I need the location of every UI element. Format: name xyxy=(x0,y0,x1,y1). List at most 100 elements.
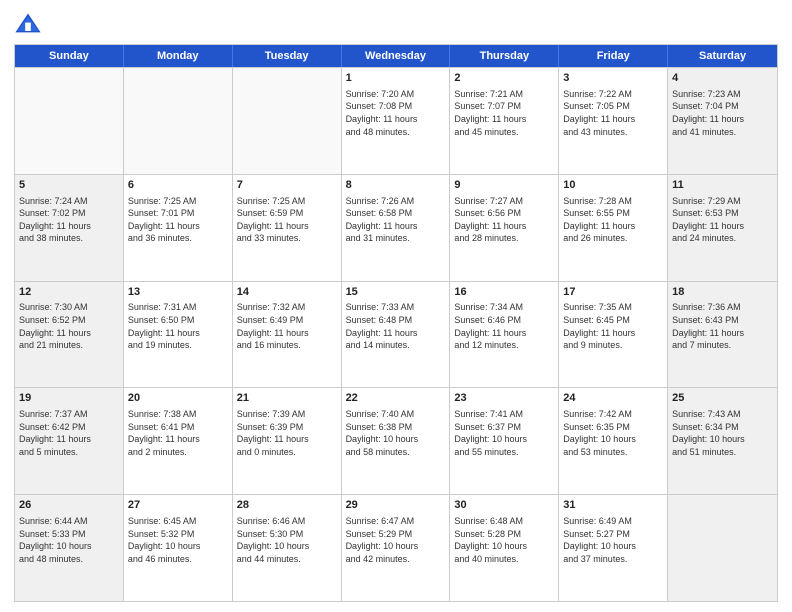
week-row-3: 12Sunrise: 7:30 AM Sunset: 6:52 PM Dayli… xyxy=(15,281,777,388)
day-info: Sunrise: 6:46 AM Sunset: 5:30 PM Dayligh… xyxy=(237,515,337,565)
day-number: 23 xyxy=(454,391,554,406)
top-section xyxy=(14,10,778,38)
day-info: Sunrise: 7:28 AM Sunset: 6:55 PM Dayligh… xyxy=(563,195,663,245)
day-cell: 21 Sunrise: 7:39 AM Sunset: 6:39 PM Dayli… xyxy=(233,388,342,494)
day-cell: 18Sunrise: 7:36 AM Sunset: 6:43 PM Dayli… xyxy=(668,282,777,388)
week-row-4: 19Sunrise: 7:37 AM Sunset: 6:42 PM Dayli… xyxy=(15,387,777,494)
day-number: 10 xyxy=(563,178,663,193)
day-cell: 29 Sunrise: 6:47 AM Sunset: 5:29 PM Dayli… xyxy=(342,495,451,601)
day-number: 4 xyxy=(672,71,773,86)
week-row-1: 1 Sunrise: 7:20 AM Sunset: 7:08 PM Daylig… xyxy=(15,67,777,174)
day-number: 30 xyxy=(454,498,554,513)
day-number: 19 xyxy=(19,391,119,406)
day-number: 6 xyxy=(128,178,228,193)
day-number: 12 xyxy=(19,285,119,300)
calendar-header: SundayMondayTuesdayWednesdayThursdayFrid… xyxy=(15,45,777,67)
day-info: Sunrise: 7:38 AM Sunset: 6:41 PM Dayligh… xyxy=(128,408,228,458)
day-number: 20 xyxy=(128,391,228,406)
day-header-monday: Monday xyxy=(124,45,233,67)
day-cell xyxy=(124,68,233,174)
day-number: 13 xyxy=(128,285,228,300)
day-info: Sunrise: 7:30 AM Sunset: 6:52 PM Dayligh… xyxy=(19,301,119,351)
day-cell: 15Sunrise: 7:33 AM Sunset: 6:48 PM Dayli… xyxy=(342,282,451,388)
week-row-2: 5 Sunrise: 7:24 AM Sunset: 7:02 PM Daylig… xyxy=(15,174,777,281)
day-header-saturday: Saturday xyxy=(668,45,777,67)
day-info: Sunrise: 7:31 AM Sunset: 6:50 PM Dayligh… xyxy=(128,301,228,351)
day-number: 29 xyxy=(346,498,446,513)
day-cell: 4Sunrise: 7:23 AM Sunset: 7:04 PM Daylig… xyxy=(668,68,777,174)
day-info: Sunrise: 7:24 AM Sunset: 7:02 PM Dayligh… xyxy=(19,195,119,245)
day-cell: 28 Sunrise: 6:46 AM Sunset: 5:30 PM Dayli… xyxy=(233,495,342,601)
day-cell: 1 Sunrise: 7:20 AM Sunset: 7:08 PM Daylig… xyxy=(342,68,451,174)
day-info: Sunrise: 6:49 AM Sunset: 5:27 PM Dayligh… xyxy=(563,515,663,565)
day-cell: 5 Sunrise: 7:24 AM Sunset: 7:02 PM Daylig… xyxy=(15,175,124,281)
day-number: 18 xyxy=(672,285,773,300)
day-number: 8 xyxy=(346,178,446,193)
day-number: 9 xyxy=(454,178,554,193)
day-number: 11 xyxy=(672,178,773,193)
day-info: Sunrise: 7:21 AM Sunset: 7:07 PM Dayligh… xyxy=(454,88,554,138)
day-number: 16 xyxy=(454,285,554,300)
day-info: Sunrise: 7:20 AM Sunset: 7:08 PM Dayligh… xyxy=(346,88,446,138)
day-cell: 8Sunrise: 7:26 AM Sunset: 6:58 PM Daylig… xyxy=(342,175,451,281)
day-info: Sunrise: 7:22 AM Sunset: 7:05 PM Dayligh… xyxy=(563,88,663,138)
day-number: 25 xyxy=(672,391,773,406)
day-number: 21 xyxy=(237,391,337,406)
day-cell: 20 Sunrise: 7:38 AM Sunset: 6:41 PM Dayli… xyxy=(124,388,233,494)
day-number: 28 xyxy=(237,498,337,513)
day-cell: 16Sunrise: 7:34 AM Sunset: 6:46 PM Dayli… xyxy=(450,282,559,388)
day-info: Sunrise: 6:44 AM Sunset: 5:33 PM Dayligh… xyxy=(19,515,119,565)
day-cell: 17Sunrise: 7:35 AM Sunset: 6:45 PM Dayli… xyxy=(559,282,668,388)
day-cell: 6 Sunrise: 7:25 AM Sunset: 7:01 PM Daylig… xyxy=(124,175,233,281)
day-number: 22 xyxy=(346,391,446,406)
calendar-body: 1 Sunrise: 7:20 AM Sunset: 7:08 PM Daylig… xyxy=(15,67,777,601)
day-info: Sunrise: 7:41 AM Sunset: 6:37 PM Dayligh… xyxy=(454,408,554,458)
day-info: Sunrise: 6:48 AM Sunset: 5:28 PM Dayligh… xyxy=(454,515,554,565)
day-header-tuesday: Tuesday xyxy=(233,45,342,67)
day-info: Sunrise: 7:25 AM Sunset: 7:01 PM Dayligh… xyxy=(128,195,228,245)
day-number: 5 xyxy=(19,178,119,193)
day-info: Sunrise: 7:36 AM Sunset: 6:43 PM Dayligh… xyxy=(672,301,773,351)
day-header-wednesday: Wednesday xyxy=(342,45,451,67)
day-cell: 25 Sunrise: 7:43 AM Sunset: 6:34 PM Dayli… xyxy=(668,388,777,494)
day-cell: 24Sunrise: 7:42 AM Sunset: 6:35 PM Dayli… xyxy=(559,388,668,494)
day-cell: 22Sunrise: 7:40 AM Sunset: 6:38 PM Dayli… xyxy=(342,388,451,494)
day-cell: 30 Sunrise: 6:48 AM Sunset: 5:28 PM Dayli… xyxy=(450,495,559,601)
day-number: 31 xyxy=(563,498,663,513)
day-info: Sunrise: 7:35 AM Sunset: 6:45 PM Dayligh… xyxy=(563,301,663,351)
day-cell: 7 Sunrise: 7:25 AM Sunset: 6:59 PM Daylig… xyxy=(233,175,342,281)
day-info: Sunrise: 7:42 AM Sunset: 6:35 PM Dayligh… xyxy=(563,408,663,458)
day-cell xyxy=(233,68,342,174)
day-cell xyxy=(668,495,777,601)
day-cell: 13Sunrise: 7:31 AM Sunset: 6:50 PM Dayli… xyxy=(124,282,233,388)
day-cell: 19Sunrise: 7:37 AM Sunset: 6:42 PM Dayli… xyxy=(15,388,124,494)
day-info: Sunrise: 7:27 AM Sunset: 6:56 PM Dayligh… xyxy=(454,195,554,245)
day-number: 7 xyxy=(237,178,337,193)
week-row-5: 26 Sunrise: 6:44 AM Sunset: 5:33 PM Dayli… xyxy=(15,494,777,601)
logo xyxy=(14,10,46,38)
day-number: 17 xyxy=(563,285,663,300)
day-number: 27 xyxy=(128,498,228,513)
logo-icon xyxy=(14,10,42,38)
day-info: Sunrise: 7:32 AM Sunset: 6:49 PM Dayligh… xyxy=(237,301,337,351)
day-info: Sunrise: 7:33 AM Sunset: 6:48 PM Dayligh… xyxy=(346,301,446,351)
day-info: Sunrise: 7:43 AM Sunset: 6:34 PM Dayligh… xyxy=(672,408,773,458)
day-number: 3 xyxy=(563,71,663,86)
day-number: 26 xyxy=(19,498,119,513)
day-info: Sunrise: 7:39 AM Sunset: 6:39 PM Dayligh… xyxy=(237,408,337,458)
day-cell: 14Sunrise: 7:32 AM Sunset: 6:49 PM Dayli… xyxy=(233,282,342,388)
day-info: Sunrise: 6:47 AM Sunset: 5:29 PM Dayligh… xyxy=(346,515,446,565)
day-cell: 10 Sunrise: 7:28 AM Sunset: 6:55 PM Dayli… xyxy=(559,175,668,281)
day-cell xyxy=(15,68,124,174)
day-info: Sunrise: 7:34 AM Sunset: 6:46 PM Dayligh… xyxy=(454,301,554,351)
day-cell: 9 Sunrise: 7:27 AM Sunset: 6:56 PM Daylig… xyxy=(450,175,559,281)
day-cell: 11Sunrise: 7:29 AM Sunset: 6:53 PM Dayli… xyxy=(668,175,777,281)
day-number: 2 xyxy=(454,71,554,86)
day-cell: 26 Sunrise: 6:44 AM Sunset: 5:33 PM Dayli… xyxy=(15,495,124,601)
day-cell: 12Sunrise: 7:30 AM Sunset: 6:52 PM Dayli… xyxy=(15,282,124,388)
day-info: Sunrise: 6:45 AM Sunset: 5:32 PM Dayligh… xyxy=(128,515,228,565)
day-cell: 31 Sunrise: 6:49 AM Sunset: 5:27 PM Dayli… xyxy=(559,495,668,601)
day-number: 1 xyxy=(346,71,446,86)
day-cell: 27 Sunrise: 6:45 AM Sunset: 5:32 PM Dayli… xyxy=(124,495,233,601)
day-info: Sunrise: 7:25 AM Sunset: 6:59 PM Dayligh… xyxy=(237,195,337,245)
